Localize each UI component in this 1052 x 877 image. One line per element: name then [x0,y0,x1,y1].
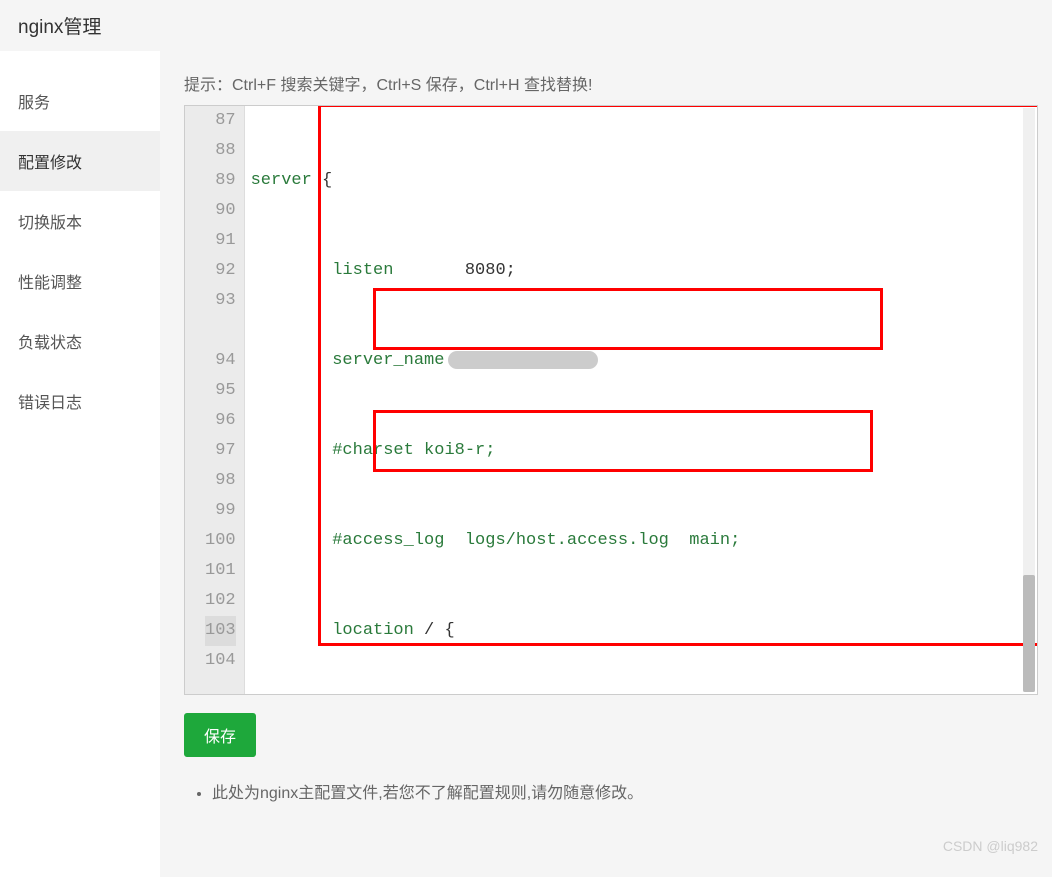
scrollbar-thumb[interactable] [1023,575,1035,692]
redacted-server-name [448,351,598,369]
line-gutter: 87 88 89 90 91 92 93 94 95 96 97 98 99 1… [185,106,245,694]
sidebar-item-service[interactable]: 服务 [0,71,160,131]
sidebar-item-errorlog[interactable]: 错误日志 [0,371,160,431]
save-button[interactable]: 保存 [184,713,256,757]
sidebar: 服务 配置修改 切换版本 性能调整 负载状态 错误日志 [0,51,160,877]
sidebar-item-version[interactable]: 切换版本 [0,191,160,251]
editor-scrollbar[interactable] [1023,108,1035,692]
editor-hint: 提示：Ctrl+F 搜索关键字，Ctrl+S 保存，Ctrl+H 查找替换! [184,71,1038,95]
sidebar-item-load[interactable]: 负载状态 [0,311,160,371]
annotation-box-root [373,288,883,350]
page-title: nginx管理 [0,0,1052,51]
watermark: CSDN @liq982 [943,838,1038,854]
main: 提示：Ctrl+F 搜索关键字，Ctrl+S 保存，Ctrl+H 查找替换! 8… [160,51,1052,877]
code-editor[interactable]: 87 88 89 90 91 92 93 94 95 96 97 98 99 1… [184,105,1038,695]
sidebar-item-config[interactable]: 配置修改 [0,131,160,191]
sidebar-item-perf[interactable]: 性能调整 [0,251,160,311]
config-note: 此处为nginx主配置文件,若您不了解配置规则,请勿随意修改。 [212,779,1038,803]
code-content[interactable]: server { listen 8080; server_name #chars… [245,106,1037,694]
